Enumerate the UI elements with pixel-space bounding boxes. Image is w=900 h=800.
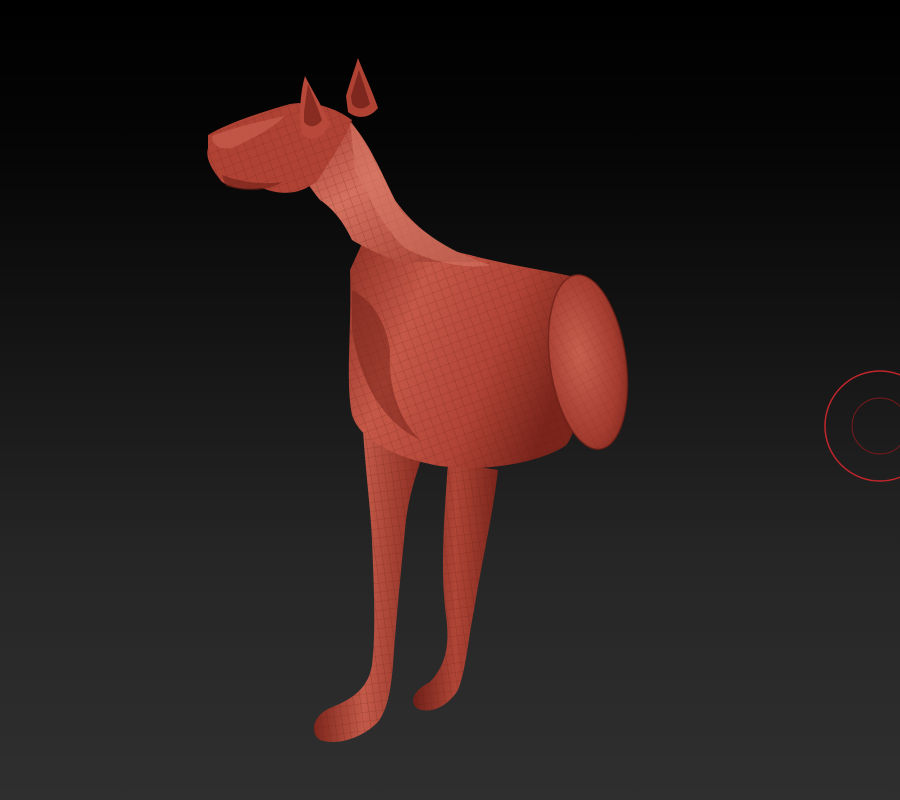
canvas-viewport[interactable]	[0, 0, 900, 800]
dog-sculpt-model[interactable]	[0, 0, 900, 800]
ear-right	[346, 58, 378, 117]
front-leg	[314, 410, 424, 742]
back-leg	[413, 462, 498, 711]
